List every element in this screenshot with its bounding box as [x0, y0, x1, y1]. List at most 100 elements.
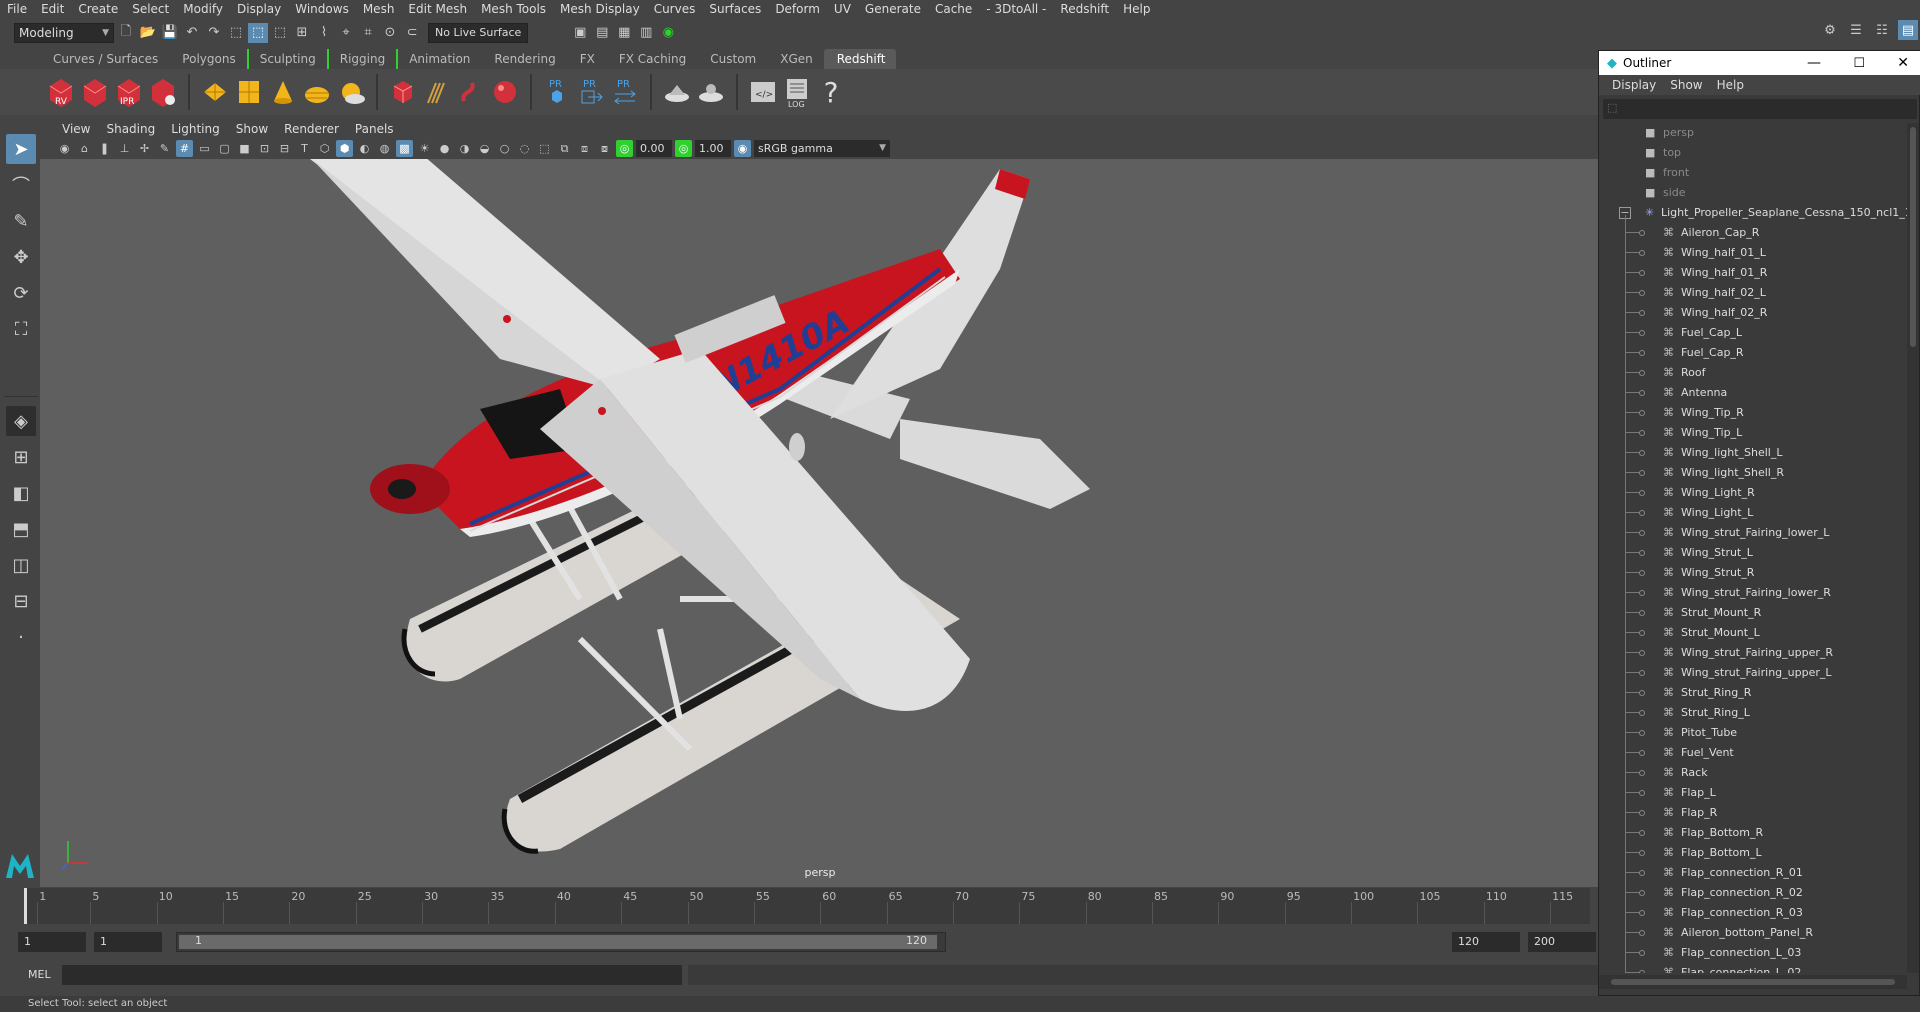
menu-cache[interactable]: Cache	[928, 0, 979, 18]
start-time-field[interactable]: 1	[18, 932, 86, 952]
object-id-icon[interactable]	[456, 75, 486, 109]
menu-edit-mesh[interactable]: Edit Mesh	[401, 0, 474, 18]
safe-title-icon[interactable]: T	[296, 140, 313, 157]
outliner-mesh-item[interactable]: ⌘ Strut_Mount_L	[1599, 623, 1907, 643]
menu-deform[interactable]: Deform	[768, 0, 827, 18]
render-settings-icon[interactable]: ▦	[614, 23, 634, 43]
select-object-icon[interactable]: ⬚	[248, 22, 268, 43]
menu-create[interactable]: Create	[71, 0, 125, 18]
select-hierarchy-icon[interactable]: ⬚	[226, 23, 246, 43]
panel-menu-shading[interactable]: Shading	[98, 122, 163, 136]
paint-select-tool-icon[interactable]: ✎	[6, 206, 36, 236]
outliner-mesh-item[interactable]: ⌘ Pitot_Tube	[1599, 723, 1907, 743]
render-options-icon[interactable]	[148, 75, 178, 109]
menu-surfaces[interactable]: Surfaces	[702, 0, 768, 18]
outliner-mesh-item[interactable]: ⌘ Wing_strut_Fairing_upper_R	[1599, 643, 1907, 663]
resolution-gate-icon[interactable]: ▢	[216, 140, 233, 157]
outliner-menu-show[interactable]: Show	[1663, 78, 1709, 92]
gamma-icon[interactable]: ◎	[675, 140, 692, 157]
outliner-mesh-item[interactable]: ⌘ Wing_Tip_R	[1599, 403, 1907, 423]
exposure-field[interactable]: 0.00	[636, 140, 672, 157]
menu-edit[interactable]: Edit	[34, 0, 71, 18]
menu-mesh-tools[interactable]: Mesh Tools	[474, 0, 553, 18]
shelf-tab-fx[interactable]: FX	[567, 49, 606, 69]
rotate-tool-icon[interactable]: ⟳	[6, 278, 36, 308]
ipr-render-shelf-icon[interactable]: IPR	[114, 75, 144, 109]
outliner-mesh-item[interactable]: ⌘ Wing_strut_Fairing_lower_R	[1599, 583, 1907, 603]
outliner-mesh-item[interactable]: ⌘ Wing_light_Shell_L	[1599, 443, 1907, 463]
outliner-mesh-item[interactable]: ⌘ Wing_half_02_R	[1599, 303, 1907, 323]
textured-icon[interactable]: ▩	[396, 140, 413, 157]
lasso-tool-icon[interactable]: ⌒	[6, 170, 36, 200]
mesh-light-icon[interactable]	[696, 75, 726, 109]
modeling-toolkit-icon[interactable]: ⚙	[1820, 20, 1840, 40]
pr-swap-icon[interactable]: PR	[610, 75, 640, 109]
outliner-mesh-item[interactable]: ⌘ Aileron_bottom_Panel_R	[1599, 923, 1907, 943]
outliner-mesh-item[interactable]: ⌘ Wing_Strut_R	[1599, 563, 1907, 583]
playback-start-field[interactable]: 1	[94, 932, 162, 952]
outliner-mesh-item[interactable]: ⌘ Wing_Strut_L	[1599, 543, 1907, 563]
time-ruler[interactable]: 1 5 10 15 20 25 30 35 40 45 50 55 60 65 70 75 80 85 90 95 10…	[24, 888, 1590, 924]
film-gate-icon[interactable]: ▭	[196, 140, 213, 157]
snap-grid-icon[interactable]: ⊞	[292, 23, 312, 43]
outliner-camera-item[interactable]: ■ side	[1599, 183, 1907, 203]
outliner-vscrollbar[interactable]	[1907, 123, 1919, 973]
save-scene-icon[interactable]: 💾	[160, 23, 180, 43]
grease-pencil-icon[interactable]: ✎	[156, 140, 173, 157]
image-plane-icon[interactable]: ⊥	[116, 140, 133, 157]
motion-blur-icon[interactable]: ◒	[476, 140, 493, 157]
xray-icon[interactable]: ⧉	[556, 140, 573, 157]
menu-file[interactable]: File	[0, 0, 34, 18]
view-transform-select[interactable]: sRGB gamma ▼	[754, 140, 890, 157]
outliner-mesh-item[interactable]: ⌘ Flap_connection_R_01	[1599, 863, 1907, 883]
panel-menu-lighting[interactable]: Lighting	[163, 122, 228, 136]
panel-menu-renderer[interactable]: Renderer	[276, 122, 347, 136]
attribute-editor-icon[interactable]: ☰	[1846, 20, 1866, 40]
snap-curve-icon[interactable]: ⌇	[314, 23, 334, 43]
select-component-icon[interactable]: ⬚	[270, 23, 290, 43]
ipr-render-icon[interactable]: ▤	[592, 23, 612, 43]
undo-icon[interactable]: ↶	[182, 23, 202, 43]
xray-joints-icon[interactable]: ⧈	[576, 140, 593, 157]
outliner-search[interactable]: ⬚	[1603, 99, 1917, 119]
close-icon[interactable]: ✕	[1897, 55, 1909, 71]
four-view-layout-icon[interactable]: ⊞	[6, 442, 36, 472]
hair-icon[interactable]	[422, 75, 452, 109]
log-icon[interactable]: LOG	[782, 75, 812, 109]
menu-redshift[interactable]: Redshift	[1053, 0, 1116, 18]
smooth-shade-icon[interactable]: ⬢	[336, 140, 353, 157]
snap-view-icon[interactable]: ⌗	[358, 23, 378, 43]
panel-menu-panels[interactable]: Panels	[347, 122, 402, 136]
menu-display[interactable]: Display	[230, 0, 288, 18]
dome-light-icon[interactable]	[302, 75, 332, 109]
outliner-titlebar[interactable]: ◆ Outliner — ☐ ✕	[1599, 51, 1920, 75]
tool-settings-icon[interactable]: ☷	[1872, 20, 1892, 40]
more-layouts-icon[interactable]: ·	[6, 622, 36, 652]
render-settings-shelf-icon[interactable]: </>	[748, 75, 778, 109]
screen-space-ao-icon[interactable]: ◑	[456, 140, 473, 157]
render-frame-icon[interactable]: ▣	[570, 23, 590, 43]
shelf-tab-fx-caching[interactable]: FX Caching	[606, 49, 697, 69]
menu-generate[interactable]: Generate	[858, 0, 928, 18]
outliner-mesh-item[interactable]: ⌘ Strut_Ring_R	[1599, 683, 1907, 703]
wireframe-icon[interactable]: ⬡	[316, 140, 333, 157]
outliner-mesh-item[interactable]: ⌘ Flap_R	[1599, 803, 1907, 823]
outliner-mesh-item[interactable]: ⌘ Flap_Bottom_R	[1599, 823, 1907, 843]
outliner-mesh-item[interactable]: ⌘ Roof	[1599, 363, 1907, 383]
outliner-mesh-item[interactable]: ⌘ Flap_connection_L_03	[1599, 943, 1907, 963]
channel-box-icon[interactable]: ▤	[1898, 20, 1918, 40]
outliner-mesh-item[interactable]: ⌘ Fuel_Cap_L	[1599, 323, 1907, 343]
shelf-tab-polygons[interactable]: Polygons	[169, 49, 246, 69]
redo-icon[interactable]: ↷	[204, 23, 224, 43]
outliner-mesh-item[interactable]: ⌘ Wing_half_01_L	[1599, 243, 1907, 263]
range-slider-bar[interactable]: 1 120	[176, 932, 946, 952]
2d-pan-zoom-icon[interactable]: ✢	[136, 140, 153, 157]
exposure-icon[interactable]: ◎	[616, 140, 633, 157]
end-time-field[interactable]: 200	[1528, 932, 1596, 952]
grid-icon[interactable]: #	[176, 140, 193, 157]
volume-icon[interactable]	[662, 75, 692, 109]
minimize-icon[interactable]: —	[1807, 55, 1821, 71]
outliner-mesh-item[interactable]: ⌘ Wing_half_02_L	[1599, 283, 1907, 303]
playback-end-field[interactable]: 120	[1452, 932, 1520, 952]
pr-shape-icon[interactable]: PR	[542, 75, 572, 109]
